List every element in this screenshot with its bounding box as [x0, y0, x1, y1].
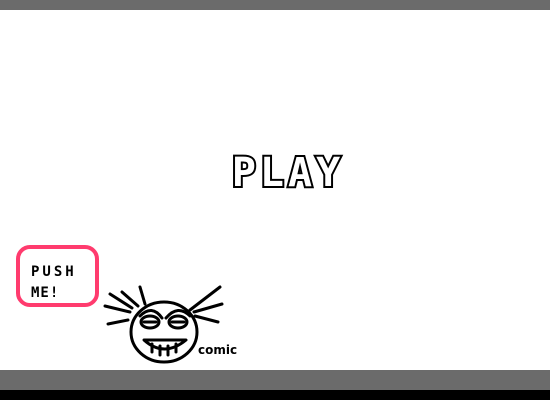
push-me-line1: PUSH [31, 264, 77, 280]
cartoon-face-icon: comic [103, 285, 237, 364]
top-border-bar [0, 0, 550, 10]
game-screen: PLAY PUSH ME! comic [0, 0, 550, 400]
play-label: PLAY [232, 150, 344, 196]
bottom-black-strip [0, 390, 550, 400]
play-button[interactable]: PLAY [210, 148, 366, 198]
mascot-caption: comic [198, 343, 237, 357]
mascot: comic [100, 282, 255, 367]
bottom-border-bar [0, 370, 550, 390]
push-me-line2: ME! [31, 285, 60, 301]
play-label-graphic: PLAY [230, 148, 344, 198]
push-me-button[interactable]: PUSH ME! [16, 245, 99, 307]
